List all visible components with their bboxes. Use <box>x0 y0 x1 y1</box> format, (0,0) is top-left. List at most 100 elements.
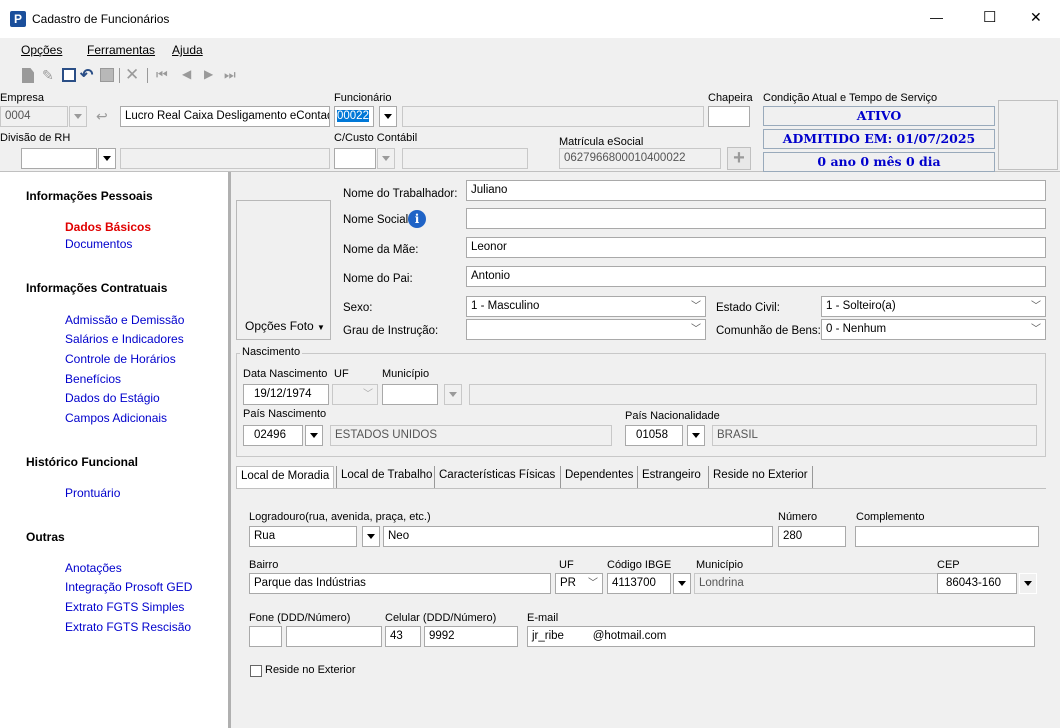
nome-trabalhador-field[interactable]: Juliano <box>466 180 1046 201</box>
delete-icon[interactable]: ✕ <box>125 65 139 85</box>
uf-nascimento-select[interactable]: ﹀ <box>332 384 378 405</box>
print-icon[interactable] <box>100 68 114 82</box>
tab-reside-exterior[interactable]: Reside no Exterior <box>708 466 813 488</box>
menu-ajuda[interactable]: Ajuda <box>172 43 203 57</box>
estado-civil-select[interactable]: 1 - Solteiro(a) ﹀ <box>821 296 1046 317</box>
last-record-icon[interactable]: ⏭ <box>224 67 236 83</box>
menu-opcoes[interactable]: Opções <box>21 43 62 57</box>
tab-local-trabalho[interactable]: Local de Trabalho <box>336 466 436 488</box>
ccusto-code-field[interactable] <box>334 148 376 169</box>
bairro-field[interactable]: Parque das Indústrias <box>249 573 551 594</box>
numero-field[interactable]: 280 <box>778 526 846 547</box>
sidebar-item-beneficios[interactable]: Benefícios <box>65 372 121 386</box>
complemento-field[interactable] <box>855 526 1039 547</box>
first-record-icon[interactable]: ⏮ <box>156 67 168 83</box>
sidebar-item-estagio[interactable]: Dados do Estágio <box>65 391 160 405</box>
sidebar: Informações Pessoais Dados Básicos Docum… <box>0 172 228 728</box>
next-record-icon[interactable]: ▶ <box>204 67 213 81</box>
tab-caracteristicas[interactable]: Características Físicas <box>434 466 559 488</box>
sidebar-item-salarios[interactable]: Salários e Indicadores <box>65 332 184 346</box>
celular-numero-field[interactable]: 9992 <box>424 626 518 647</box>
municipio-nascimento-dropdown[interactable] <box>444 384 462 405</box>
status-tempo-badge: 0 ano 0 mês 0 dia <box>763 152 995 172</box>
tab-estrangeiro[interactable]: Estrangeiro <box>637 466 705 488</box>
pais-nascimento-dropdown[interactable] <box>305 425 323 446</box>
sidebar-item-fgts-rescisao[interactable]: Extrato FGTS Rescisão <box>65 620 191 634</box>
fone-label: Fone (DDD/Número) <box>249 612 351 624</box>
chapeira-field[interactable] <box>708 106 750 127</box>
divisao-label: Divisão de RH <box>0 132 71 144</box>
divisao-name-field <box>120 148 330 169</box>
nome-mae-label: Nome da Mãe: <box>343 244 419 256</box>
divisao-code-field[interactable] <box>21 148 97 169</box>
sidebar-item-dados-basicos[interactable]: Dados Básicos <box>65 220 151 234</box>
info-icon[interactable]: i <box>408 210 426 228</box>
empresa-lookup-icon[interactable]: ↩ <box>96 108 108 125</box>
funcionario-label: Funcionário <box>334 92 392 104</box>
uf-nascimento-label: UF <box>334 368 349 380</box>
header-panel: Empresa 0004 ↩ Lucro Real Caixa Desligam… <box>0 90 1060 172</box>
logradouro-tipo-field[interactable]: Rua <box>249 526 357 547</box>
minimize-button[interactable]: — <box>930 10 943 25</box>
grau-instrucao-select[interactable]: ﹀ <box>466 319 706 340</box>
sidebar-item-documentos[interactable]: Documentos <box>65 237 132 251</box>
pais-nacionalidade-dropdown[interactable] <box>687 425 705 446</box>
empresa-dropdown-button[interactable] <box>69 106 87 127</box>
data-nascimento-field[interactable]: 19/12/1974 <box>243 384 329 405</box>
divisao-dropdown-button[interactable] <box>98 148 116 169</box>
add-matricula-button[interactable]: + <box>727 147 751 170</box>
maximize-button[interactable]: ☐ <box>983 8 996 26</box>
sexo-select[interactable]: 1 - Masculino ﹀ <box>466 296 706 317</box>
sidebar-item-horarios[interactable]: Controle de Horários <box>65 352 176 366</box>
empresa-code-field[interactable]: 0004 <box>0 106 68 127</box>
codigo-ibge-dropdown[interactable] <box>673 573 691 594</box>
tab-dependentes[interactable]: Dependentes <box>560 466 637 488</box>
chevron-down-icon: ﹀ <box>1031 324 1041 335</box>
menu-ferramentas[interactable]: Ferramentas <box>87 43 155 57</box>
nome-social-field[interactable] <box>466 208 1046 229</box>
cep-field[interactable]: 86043-160 <box>937 573 1017 594</box>
comunhao-select[interactable]: 0 - Nenhum ﹀ <box>821 319 1046 340</box>
new-record-icon[interactable] <box>22 68 34 83</box>
fone-ddd-field[interactable] <box>249 626 282 647</box>
pais-nacionalidade-code[interactable]: 01058 <box>625 425 683 446</box>
sidebar-item-fgts-simples[interactable]: Extrato FGTS Simples <box>65 600 184 614</box>
celular-ddd-field[interactable]: 43 <box>385 626 421 647</box>
chapeira-label: Chapeira <box>708 92 753 104</box>
opcoes-foto-button[interactable]: Opções Foto ▼ <box>245 319 325 333</box>
logradouro-tipo-dropdown[interactable] <box>362 526 380 547</box>
municipio-moradia-field: Londrina <box>694 573 938 594</box>
sidebar-item-campos-adicionais[interactable]: Campos Adicionais <box>65 411 167 425</box>
prev-record-icon[interactable]: ◀ <box>182 67 191 81</box>
cep-dropdown[interactable] <box>1019 573 1037 594</box>
funcionario-code-field[interactable]: 00022 <box>334 106 374 127</box>
tab-local-moradia[interactable]: Local de Moradia <box>236 466 335 488</box>
cep-label: CEP <box>937 559 960 571</box>
close-button[interactable]: ✕ <box>1030 9 1042 26</box>
chevron-down-icon: ﹀ <box>691 324 701 335</box>
reside-exterior-checkbox[interactable] <box>250 665 262 677</box>
edit-icon[interactable]: ✎ <box>42 67 54 84</box>
sidebar-item-anotacoes[interactable]: Anotações <box>65 561 122 575</box>
undo-icon[interactable]: ↶ <box>80 65 93 85</box>
funcionario-dropdown-button[interactable] <box>379 106 397 127</box>
municipio-moradia-label: Município <box>696 559 744 571</box>
numero-label: Número <box>778 511 818 523</box>
save-icon[interactable] <box>62 68 76 82</box>
nome-mae-field[interactable]: Leonor <box>466 237 1046 258</box>
codigo-ibge-field[interactable]: 4113700 <box>607 573 671 594</box>
chevron-down-icon: ﹀ <box>1031 301 1041 312</box>
sidebar-item-admissao[interactable]: Admissão e Demissão <box>65 313 184 327</box>
fone-numero-field[interactable] <box>286 626 382 647</box>
pais-nascimento-code[interactable]: 02496 <box>243 425 303 446</box>
nome-pai-field[interactable]: Antonio <box>466 266 1046 287</box>
ccusto-dropdown-button[interactable] <box>377 148 395 169</box>
logradouro-nome-field[interactable]: Neo <box>383 526 773 547</box>
municipio-nascimento-code[interactable] <box>382 384 438 405</box>
email-field[interactable]: jr_ribe @hotmail.com <box>527 626 1035 647</box>
uf-moradia-select[interactable]: PR ﹀ <box>555 573 603 594</box>
sidebar-item-prontuario[interactable]: Prontuário <box>65 486 120 500</box>
sidebar-section-outras: Outras <box>26 530 65 544</box>
chevron-down-icon: ﹀ <box>691 301 701 312</box>
sidebar-item-ged[interactable]: Integração Prosoft GED <box>65 580 192 594</box>
